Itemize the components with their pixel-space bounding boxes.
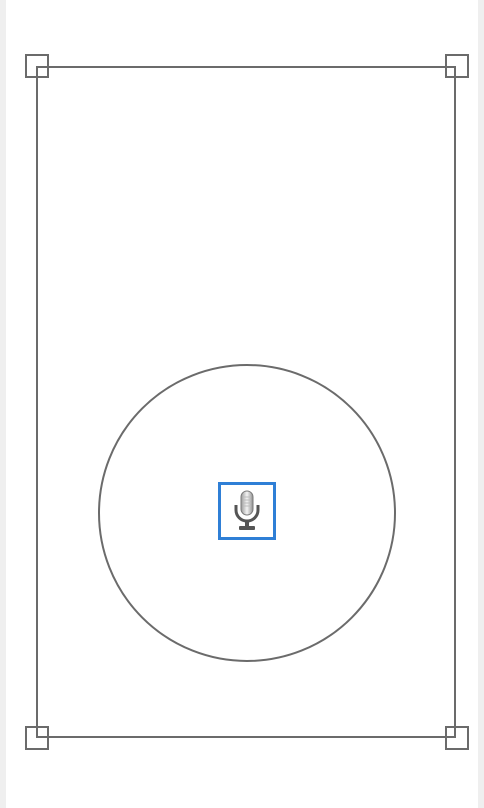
- microphone-button[interactable]: [218, 482, 276, 540]
- canvas: [0, 0, 484, 808]
- left-edge-strip: [0, 0, 6, 808]
- resize-handle-top-left[interactable]: [25, 54, 49, 78]
- right-edge-strip: [478, 0, 484, 808]
- resize-handle-top-right[interactable]: [445, 54, 469, 78]
- resize-handle-bottom-right[interactable]: [445, 726, 469, 750]
- microphone-icon: [234, 490, 260, 530]
- resize-handle-bottom-left[interactable]: [25, 726, 49, 750]
